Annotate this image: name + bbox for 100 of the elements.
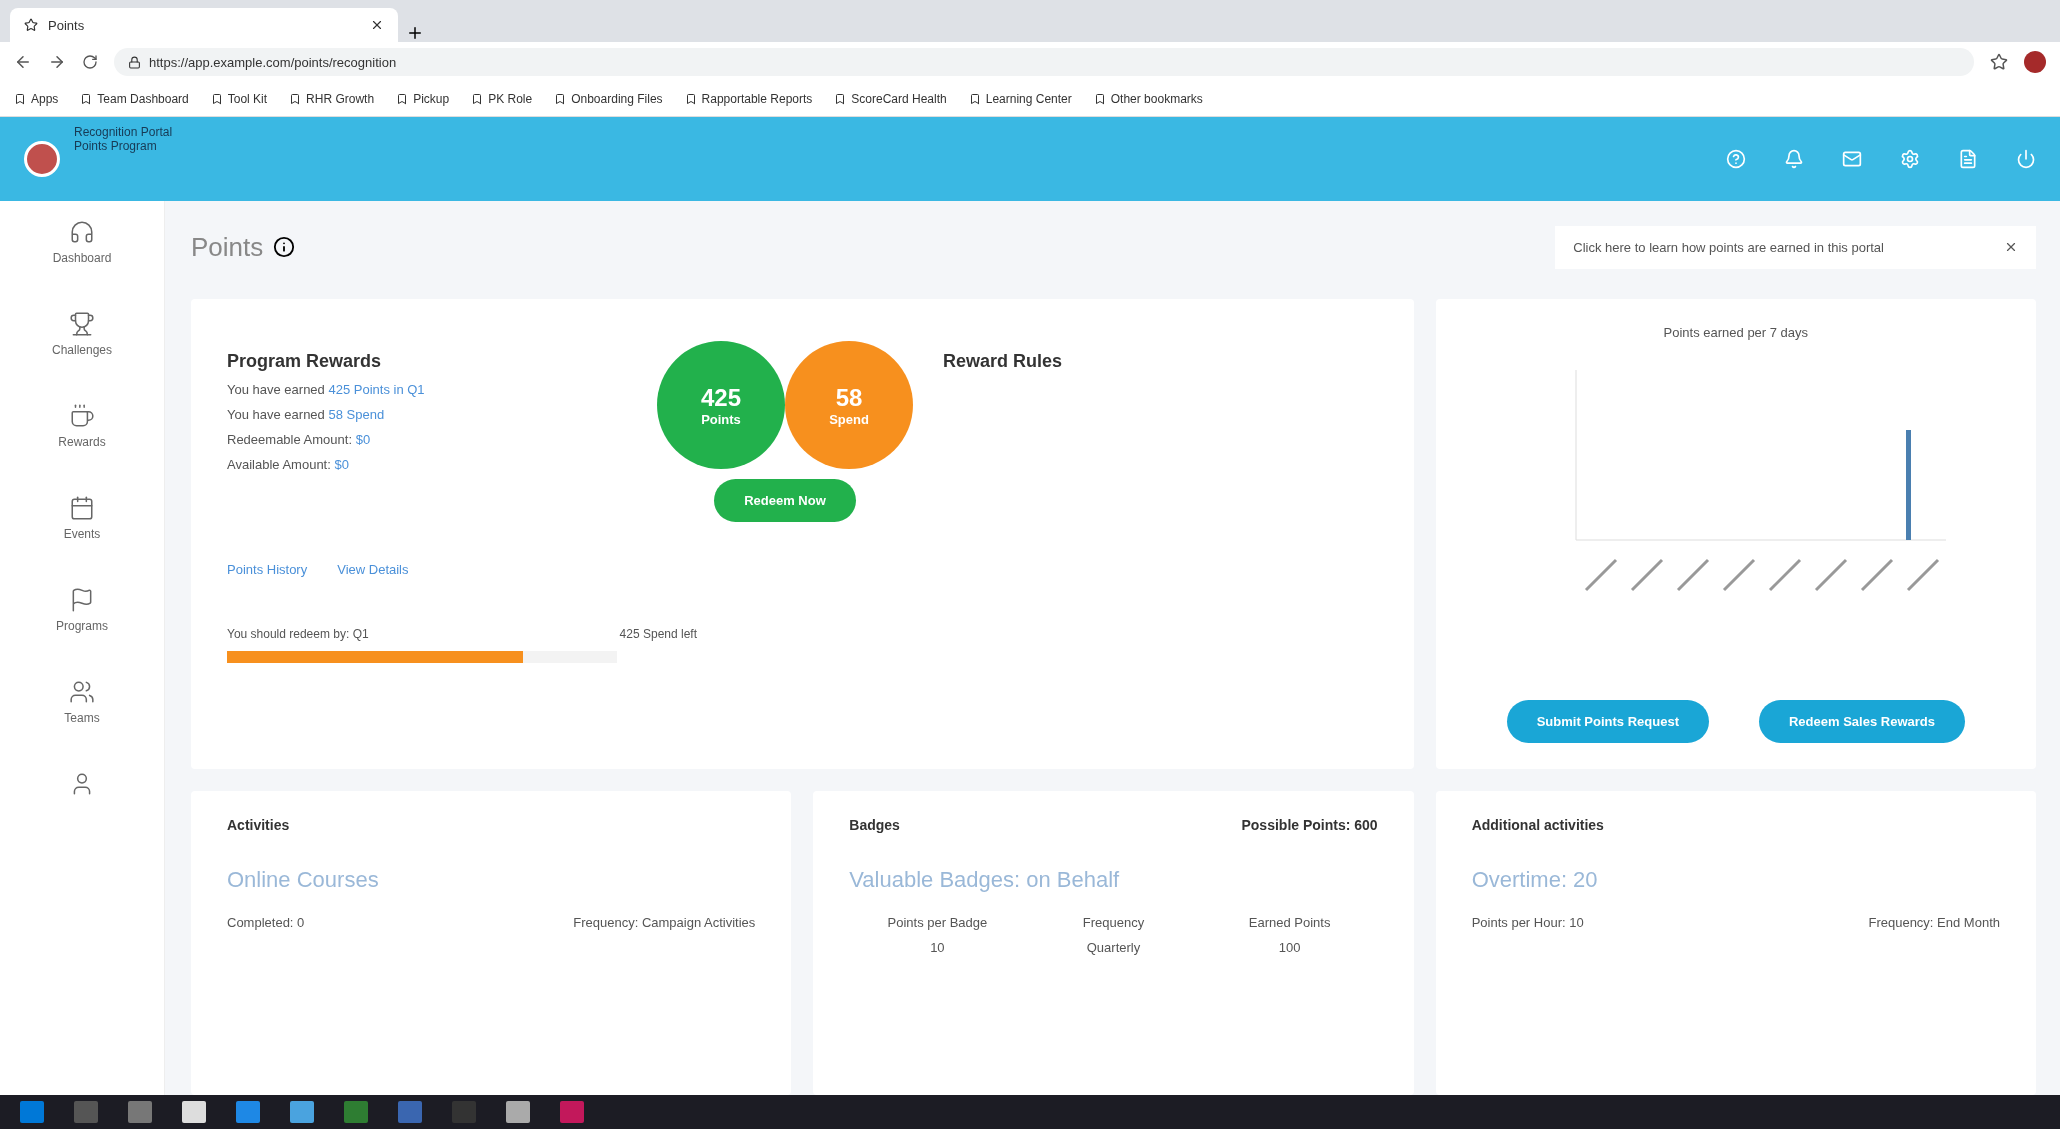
chart-title: Points earned per 7 days bbox=[1663, 325, 1809, 340]
app-logo bbox=[24, 141, 60, 177]
sidebar-item[interactable]: Programs bbox=[56, 587, 108, 633]
table-cell: 10 bbox=[930, 940, 945, 955]
card-title: Activities bbox=[227, 817, 291, 833]
bookmark-icon bbox=[80, 93, 93, 105]
field-text: Completed: 0 bbox=[227, 915, 305, 930]
bookmark[interactable]: RHR Growth bbox=[289, 92, 375, 106]
bookmark[interactable]: PK Role bbox=[471, 92, 533, 106]
document-icon[interactable] bbox=[1958, 149, 1978, 169]
address-bar[interactable]: https://app.example.com/points/recognition bbox=[114, 48, 1974, 76]
app-title: Recognition Portal bbox=[74, 125, 173, 139]
reward-line: Redeemable Amount: $0 bbox=[227, 432, 372, 447]
sidebar-item[interactable]: Events bbox=[63, 495, 101, 541]
reward-link[interactable]: $0 bbox=[355, 432, 371, 447]
taskbar-app-icon[interactable] bbox=[236, 1101, 260, 1123]
card-title: Program Rewards bbox=[227, 351, 383, 372]
taskbar-app-icon[interactable] bbox=[344, 1101, 368, 1123]
bookmark[interactable]: Pickup bbox=[396, 92, 450, 106]
text-link[interactable]: Points History bbox=[227, 562, 308, 577]
close-icon[interactable] bbox=[370, 18, 384, 32]
taskbar-app-icon[interactable] bbox=[20, 1101, 44, 1123]
bookmark[interactable]: Other bookmarks bbox=[1093, 92, 1203, 106]
sidebar-item[interactable]: Teams bbox=[64, 679, 100, 725]
card-subtitle: Overtime: 20 bbox=[1471, 867, 1599, 893]
text-link[interactable]: View Details bbox=[337, 562, 409, 577]
browser-tab[interactable]: Points bbox=[10, 8, 398, 42]
page-title: Points bbox=[191, 231, 264, 263]
bookmark-icon bbox=[289, 93, 302, 105]
card-subtitle: Valuable Badges: on Behalf bbox=[849, 867, 1121, 893]
column-header: Earned Points bbox=[1248, 915, 1331, 930]
bell-icon[interactable] bbox=[1784, 149, 1804, 169]
profile-avatar[interactable] bbox=[2024, 51, 2046, 73]
card-subtitle: Online Courses bbox=[227, 867, 380, 893]
bookmark-icon bbox=[396, 93, 409, 105]
bookmark[interactable]: Onboarding Files bbox=[554, 92, 663, 106]
app-subtitle: Points Program bbox=[74, 139, 158, 153]
column-header: Points per Badge bbox=[887, 915, 988, 930]
reward-link[interactable]: 58 Spend bbox=[328, 407, 385, 422]
taskbar-app-icon[interactable] bbox=[182, 1101, 206, 1123]
taskbar-app-icon[interactable] bbox=[128, 1101, 152, 1123]
bookmark-icon bbox=[554, 93, 567, 105]
info-icon[interactable] bbox=[273, 236, 296, 258]
bookmark[interactable]: Learning Center bbox=[968, 92, 1072, 106]
sidebar-item[interactable]: Rewards bbox=[58, 403, 106, 449]
star-icon[interactable] bbox=[1990, 53, 2008, 71]
bookmark[interactable]: Tool Kit bbox=[210, 92, 268, 106]
sidebar-item[interactable]: Challenges bbox=[51, 311, 112, 357]
mail-icon[interactable] bbox=[1842, 149, 1862, 169]
reward-link[interactable]: 425 Points in Q1 bbox=[328, 382, 425, 397]
table-cell: Quarterly bbox=[1086, 940, 1141, 955]
taskbar-app-icon[interactable] bbox=[398, 1101, 422, 1123]
progress-reading: 425 Spend left bbox=[619, 627, 697, 641]
bookmark-icon bbox=[210, 93, 223, 105]
reload-icon[interactable] bbox=[82, 54, 98, 70]
people-icon bbox=[69, 679, 95, 705]
taskbar-app-icon[interactable] bbox=[506, 1101, 530, 1123]
headset-icon bbox=[69, 219, 95, 245]
bookmark-icon bbox=[834, 93, 847, 105]
bookmark[interactable]: ScoreCard Health bbox=[834, 92, 947, 106]
taskbar-app-icon[interactable] bbox=[74, 1101, 98, 1123]
forward-icon[interactable] bbox=[48, 53, 66, 71]
field-text: Frequency: End Month bbox=[1868, 915, 2000, 930]
help-icon[interactable] bbox=[1726, 149, 1746, 169]
close-icon[interactable] bbox=[2004, 240, 2018, 254]
back-icon[interactable] bbox=[14, 53, 32, 71]
calendar-icon bbox=[69, 495, 95, 521]
stat-circle: 425 Points bbox=[657, 341, 785, 469]
stat-circle: 58 Spend bbox=[785, 341, 913, 469]
card-title: Additional activities bbox=[1471, 817, 1605, 833]
bookmark-icon bbox=[471, 93, 484, 105]
bookmark-icon bbox=[684, 93, 697, 105]
settings-icon[interactable] bbox=[1900, 149, 1920, 169]
table-cell: 100 bbox=[1278, 940, 1301, 955]
sidebar-item[interactable]: Dashboard bbox=[52, 219, 112, 265]
taskbar-app-icon[interactable] bbox=[290, 1101, 314, 1123]
tab-icon bbox=[24, 18, 38, 32]
notice-banner: Click here to learn how points are earned in this portal bbox=[1555, 225, 2036, 269]
power-icon[interactable] bbox=[2016, 149, 2036, 169]
cup-icon bbox=[69, 403, 95, 429]
bookmark-icon bbox=[1093, 93, 1106, 105]
lock-icon bbox=[128, 55, 141, 69]
column-header: Frequency bbox=[1082, 915, 1145, 930]
card-title: Badges bbox=[849, 817, 900, 833]
bookmark[interactable]: Rapportable Reports bbox=[684, 92, 813, 106]
new-tab-icon[interactable] bbox=[406, 24, 424, 42]
reward-line: You have earned 58 Spend bbox=[227, 407, 386, 422]
reward-line: Available Amount: $0 bbox=[227, 457, 350, 472]
card-title: Reward Rules bbox=[943, 351, 1063, 372]
bookmark-icon bbox=[14, 93, 26, 105]
possible-points: Possible Points: 600 bbox=[1241, 817, 1378, 833]
reward-line: You have earned 425 Points in Q1 bbox=[227, 382, 426, 397]
reward-link[interactable]: $0 bbox=[334, 457, 349, 472]
bookmark-icon bbox=[968, 93, 981, 105]
field-text: Frequency: Campaign Activities bbox=[573, 915, 756, 930]
taskbar-app-icon[interactable] bbox=[560, 1101, 584, 1123]
bookmark[interactable]: Apps bbox=[14, 92, 59, 106]
bookmark[interactable]: Team Dashboard bbox=[80, 92, 189, 106]
trophy-icon bbox=[69, 311, 95, 337]
field-text: Points per Hour: 10 bbox=[1471, 915, 1584, 930]
